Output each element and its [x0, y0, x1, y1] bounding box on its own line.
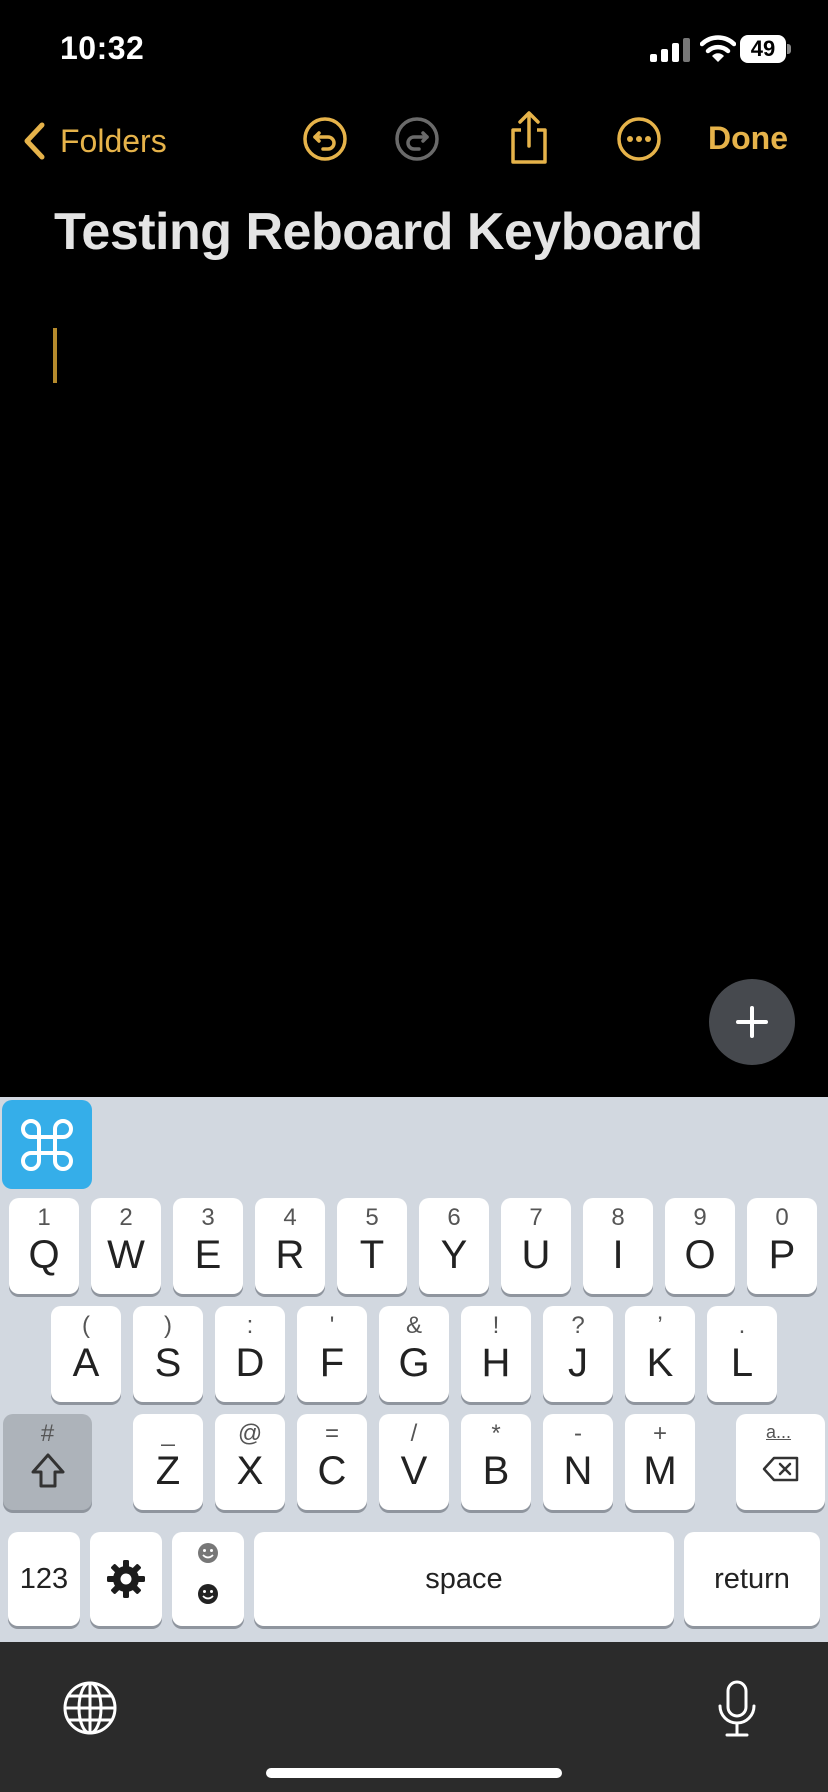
home-indicator[interactable]	[266, 1768, 562, 1778]
key-x[interactable]: @ X	[215, 1414, 285, 1510]
battery-cap	[787, 44, 791, 54]
gear-icon	[107, 1560, 145, 1598]
numbers-key[interactable]: 123	[8, 1532, 80, 1626]
key-s[interactable]: ) S	[133, 1306, 203, 1402]
battery-indicator: 49	[740, 35, 791, 63]
wifi-icon	[700, 35, 736, 62]
keyboard-bottom-bar	[0, 1642, 828, 1792]
done-button[interactable]: Done	[708, 120, 788, 157]
key-p[interactable]: 0P	[747, 1198, 817, 1294]
cellular-signal-icon	[650, 38, 690, 62]
command-key[interactable]	[2, 1100, 92, 1189]
key-r[interactable]: 4R	[255, 1198, 325, 1294]
more-options-icon[interactable]	[615, 115, 663, 163]
microphone-icon[interactable]	[715, 1680, 759, 1738]
key-d[interactable]: :D	[215, 1306, 285, 1402]
space-key[interactable]: space	[254, 1532, 674, 1626]
plus-icon	[736, 1006, 768, 1038]
redo-icon[interactable]	[393, 115, 441, 163]
shift-icon	[31, 1453, 65, 1488]
status-bar: 10:32 49	[0, 0, 828, 100]
return-key[interactable]: return	[684, 1532, 820, 1626]
key-q[interactable]: 1Q	[9, 1198, 79, 1294]
key-c[interactable]: = C	[297, 1414, 367, 1510]
settings-key[interactable]	[90, 1532, 162, 1626]
key-j[interactable]: ? J	[543, 1306, 613, 1402]
emoji-icon	[198, 1543, 218, 1563]
battery-level: 49	[740, 35, 786, 63]
back-label: Folders	[60, 122, 167, 159]
key-b[interactable]: * B	[461, 1414, 531, 1510]
key-n[interactable]: -N	[543, 1414, 613, 1510]
text-cursor	[53, 328, 57, 383]
key-m[interactable]: + M	[625, 1414, 695, 1510]
share-icon[interactable]	[505, 110, 553, 166]
command-icon	[21, 1118, 73, 1171]
globe-icon[interactable]	[62, 1680, 118, 1736]
navigation-bar: Folders Done	[0, 110, 828, 170]
key-e[interactable]: 3E	[173, 1198, 243, 1294]
backspace-icon	[762, 1456, 799, 1482]
key-g[interactable]: & G	[379, 1306, 449, 1402]
key-h[interactable]: ! H	[461, 1306, 531, 1402]
key-l[interactable]: .L	[707, 1306, 777, 1402]
key-w[interactable]: 2W	[91, 1198, 161, 1294]
keyboard: 1Q 2W 3E 4R 5T 6Y 7U 8I 9O 0P (A ) S :D '…	[0, 1097, 828, 1642]
emoji-icon	[198, 1584, 218, 1604]
shift-key[interactable]: #	[3, 1414, 92, 1510]
key-k[interactable]: ’ K	[625, 1306, 695, 1402]
key-f[interactable]: ' F	[297, 1306, 367, 1402]
note-title[interactable]: Testing Reboard Keyboard	[54, 202, 703, 262]
key-v[interactable]: / V	[379, 1414, 449, 1510]
key-o[interactable]: 9O	[665, 1198, 735, 1294]
status-time: 10:32	[60, 30, 145, 66]
key-u[interactable]: 7U	[501, 1198, 571, 1294]
add-button[interactable]	[709, 979, 795, 1065]
key-z[interactable]: _ Z	[133, 1414, 203, 1510]
key-t[interactable]: 5T	[337, 1198, 407, 1294]
chevron-left-icon	[24, 122, 45, 160]
key-a[interactable]: (A	[51, 1306, 121, 1402]
key-y[interactable]: 6Y	[419, 1198, 489, 1294]
undo-icon[interactable]	[301, 115, 349, 163]
delete-key[interactable]: a...	[736, 1414, 825, 1510]
emoji-key[interactable]	[172, 1532, 244, 1626]
key-i[interactable]: 8I	[583, 1198, 653, 1294]
back-button[interactable]: Folders	[22, 116, 167, 166]
